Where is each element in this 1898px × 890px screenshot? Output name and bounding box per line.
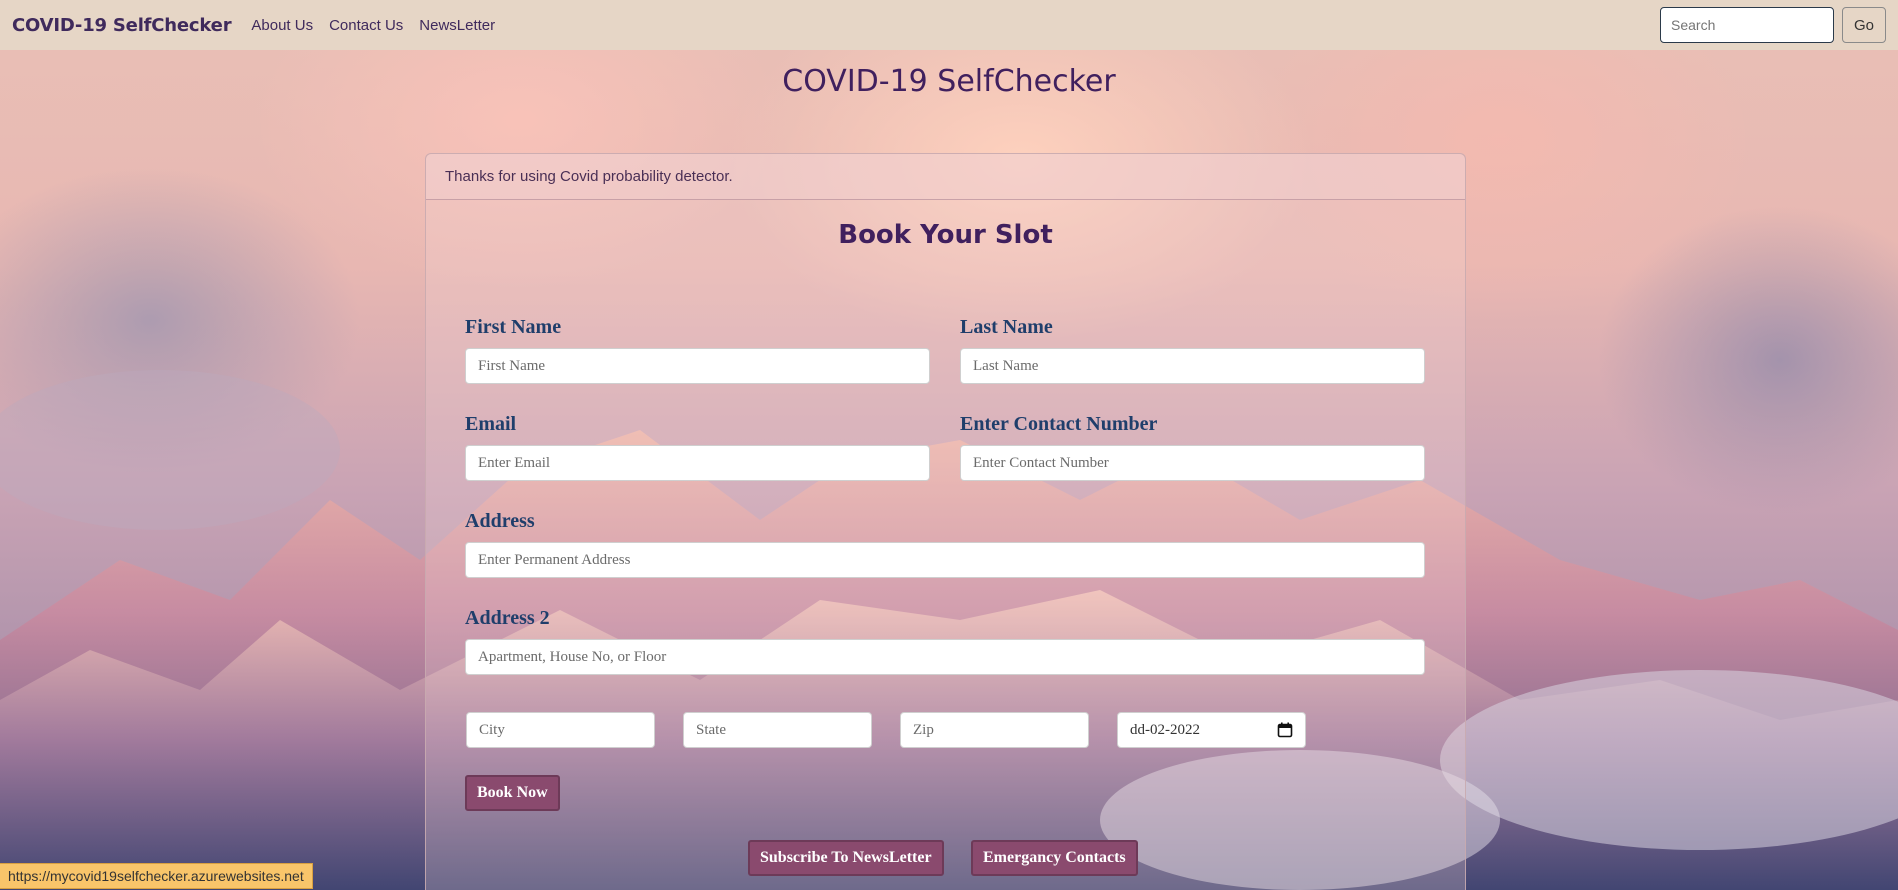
first-name-label: First Name (465, 316, 562, 338)
card-header: Thanks for using Covid probability detec… (426, 154, 1465, 200)
booking-card: Thanks for using Covid probability detec… (425, 153, 1466, 890)
browser-status-bar: https://mycovid19selfchecker.azurewebsit… (0, 863, 313, 889)
nav-contact-us[interactable]: Contact Us (329, 17, 403, 34)
subscribe-newsletter-button[interactable]: Subscribe To NewsLetter (748, 840, 944, 876)
email-label: Email (465, 413, 517, 435)
zip-input[interactable] (900, 712, 1089, 748)
page-title: COVID-19 SelfChecker (782, 64, 1116, 99)
go-button[interactable]: Go (1842, 7, 1886, 43)
city-input[interactable] (466, 712, 655, 748)
navbar-search-group: Go (1660, 7, 1886, 43)
search-input[interactable] (1660, 7, 1834, 43)
address-label: Address (465, 510, 535, 532)
first-name-input[interactable] (465, 348, 930, 384)
last-name-label: Last Name (960, 316, 1053, 338)
calendar-icon[interactable] (1277, 722, 1293, 738)
nav-newsletter[interactable]: NewsLetter (419, 17, 495, 34)
date-value: dd-02-2022 (1130, 721, 1200, 738)
contact-number-input[interactable] (960, 445, 1425, 481)
last-name-input[interactable] (960, 348, 1425, 384)
form-title: Book Your Slot (838, 220, 1053, 250)
email-input[interactable] (465, 445, 930, 481)
date-input[interactable]: dd-02-2022 (1117, 712, 1306, 748)
brand-link[interactable]: COVID-19 SelfChecker (12, 15, 232, 36)
nav-about-us[interactable]: About Us (251, 17, 313, 34)
book-now-button[interactable]: Book Now (465, 775, 560, 811)
address-input[interactable] (465, 542, 1425, 578)
state-input[interactable] (683, 712, 872, 748)
address2-input[interactable] (465, 639, 1425, 675)
emergency-contacts-button[interactable]: Emergancy Contacts (971, 840, 1138, 876)
contact-number-label: Enter Contact Number (960, 413, 1158, 435)
navbar: COVID-19 SelfChecker About Us Contact Us… (0, 0, 1898, 50)
address2-label: Address 2 (465, 607, 550, 629)
